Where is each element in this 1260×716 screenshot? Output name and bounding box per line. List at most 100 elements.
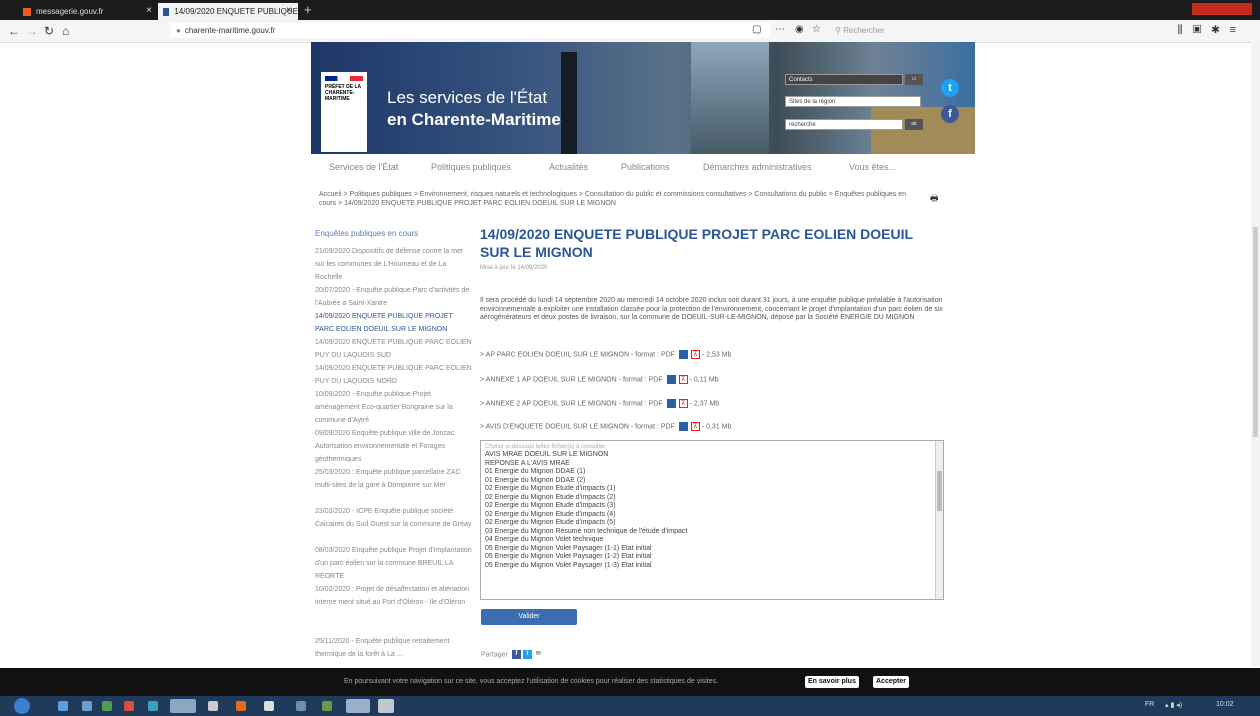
language-indicator[interactable]: FR	[1145, 701, 1154, 708]
prefet-logo[interactable]: PRÉFET DE LA CHARENTE-MARITIME	[321, 72, 367, 152]
header-search-button[interactable]: ok	[905, 119, 923, 130]
close-tab-icon[interactable]: ×	[146, 5, 152, 16]
document-link-label[interactable]: > AP PARC EOLIEN DOEUIL SUR LE MIGNON - …	[480, 351, 675, 358]
header-search-input[interactable]: recherche	[785, 119, 903, 130]
validate-button[interactable]: Valider	[481, 609, 577, 625]
clock[interactable]: 10:02	[1216, 701, 1234, 708]
pdf-icon[interactable]: ⊼	[690, 422, 700, 431]
pdf-icon[interactable]: ⊼	[678, 375, 688, 384]
browser-search-box[interactable]: ⚲ Rechercher	[835, 23, 985, 38]
reader-view-icon[interactable]: ▢	[752, 24, 761, 35]
page-scrollbar-thumb[interactable]	[1253, 227, 1258, 437]
contacts-select[interactable]: Contacts	[785, 74, 903, 85]
explorer-icon[interactable]	[82, 701, 92, 711]
list-item[interactable]: 04 Energie du Mignon Volet technique	[481, 536, 943, 545]
sidebar-item[interactable]: 10/02/2020 : Projet de désaffectation et…	[315, 584, 473, 610]
save-icon[interactable]	[666, 375, 676, 384]
nav-item-vous-etes[interactable]: Vous êtes...	[849, 162, 896, 172]
facebook-share-icon[interactable]: f	[511, 650, 521, 659]
document-link[interactable]: > ANNEXE 2 AP DOEUIL SUR LE MIGNON - for…	[480, 399, 719, 408]
sidebar-item[interactable]: 10/09/2020 - Enquête publique Projet amé…	[315, 389, 473, 428]
document-link[interactable]: > AVIS D'ENQUETE DOEUIL SUR LE MIGNON - …	[480, 422, 731, 431]
app-icon[interactable]	[264, 701, 274, 711]
list-item[interactable]: 02 Energie du Mignon Etude d'impacts (1)	[481, 485, 943, 494]
sidebar-item[interactable]: 21/09/2020 Dispositifs de défense contre…	[315, 246, 473, 285]
tray-icons[interactable]: ▴ ▮ ◂)	[1165, 701, 1182, 709]
app-icon[interactable]	[124, 701, 134, 711]
app-icon[interactable]	[296, 701, 306, 711]
pdf-icon[interactable]: ⊼	[690, 350, 700, 359]
document-link-label[interactable]: > ANNEXE 1 AP DOEUIL SUR LE MIGNON - for…	[480, 376, 663, 383]
pdf-icon[interactable]: ⊼	[678, 399, 688, 408]
sidebar-item[interactable]: 08/03/2020 Enquête publique Projet d'imp…	[315, 545, 473, 584]
list-item[interactable]: 02 Energie du Mignon Etude d'impacts (5)	[481, 519, 943, 528]
sidebar-item[interactable]: 25/03/2020 : Enquête publique parcellair…	[315, 467, 473, 493]
list-item[interactable]: 05 Energie du Mignon Volet Paysager (1-1…	[481, 545, 943, 554]
cookie-accept-button[interactable]: Accepter	[873, 676, 909, 688]
browser-tab[interactable]: messagerie.gouv.fr ×	[18, 3, 158, 20]
list-item[interactable]: REPONSE A L'AVIS MRAE	[481, 460, 943, 469]
reload-icon[interactable]: ↻	[44, 24, 54, 38]
save-icon[interactable]	[666, 399, 676, 408]
twitter-icon[interactable]: t	[941, 79, 959, 97]
print-icon[interactable]: 🖶	[930, 191, 939, 207]
forward-icon[interactable]: →	[26, 24, 38, 38]
ie-icon[interactable]	[58, 701, 68, 711]
app-thumbnail[interactable]	[346, 699, 370, 713]
sidebar-item-current[interactable]: 14/09/2020 ENQUETE PUBLIQUE PROJET PARC …	[315, 311, 473, 337]
nav-item-politiques[interactable]: Politiques publiques	[431, 162, 511, 172]
twitter-share-icon[interactable]: t	[522, 650, 532, 659]
sidebar-item[interactable]: 14/09/2020 ENQUETE PUBLIQUE PARC EOLIEN …	[315, 337, 473, 363]
list-item[interactable]: 01 Energie du Mignon DDAE (1)	[481, 468, 943, 477]
app-icon[interactable]	[148, 701, 158, 711]
document-link[interactable]: > AP PARC EOLIEN DOEUIL SUR LE MIGNON - …	[480, 350, 731, 359]
breadcrumb[interactable]: Accueil > Politiques publiques > Environ…	[319, 190, 909, 208]
cookie-more-button[interactable]: En savoir plus	[805, 676, 859, 688]
list-item[interactable]: 01 Energie du Mignon DDAE (2)	[481, 477, 943, 486]
url-bar[interactable]: ● charente-maritime.gouv.fr	[170, 23, 770, 38]
bookmark-star-icon[interactable]: ☆	[812, 24, 821, 35]
app-icon[interactable]	[102, 701, 112, 711]
windows-start-icon[interactable]	[14, 698, 30, 714]
window-controls[interactable]	[1192, 3, 1252, 15]
list-item[interactable]: AVIS MRAE DOEUIL SUR LE MIGNON	[481, 451, 943, 460]
list-item[interactable]: 02 Energie du Mignon Etude d'impacts (2)	[481, 494, 943, 503]
nav-item-publications[interactable]: Publications	[621, 162, 670, 172]
sidebar-item[interactable]: 20/07/2020 - Enquête publique Parc d'act…	[315, 285, 473, 311]
browser-toolbar-icons[interactable]: ⫼▣✱≡	[1178, 24, 1246, 37]
list-item[interactable]: 05 Energie du Mignon Volet Paysager (1-2…	[481, 553, 943, 562]
sidebar-title[interactable]: Enquêtes publiques en cours	[315, 229, 418, 238]
browser-tab-active[interactable]: 14/09/2020 ENQUETE PUBLIQUE ×	[158, 3, 298, 20]
app-icon[interactable]	[322, 701, 332, 711]
sidebar-item[interactable]: 14/09/2020 ENQUETE PUBLIQUE PARC EOLIEN …	[315, 363, 473, 389]
home-icon[interactable]: ⌂	[62, 24, 69, 38]
email-share-icon[interactable]: ✉	[534, 650, 543, 659]
list-item[interactable]: 02 Energie du Mignon Etude d'impacts (3)	[481, 502, 943, 511]
sidebar-item[interactable]: 09/09/2020 Enquête publique ville de Jon…	[315, 428, 473, 467]
list-item[interactable]: 03 Energie du Mignon Résumé non techniqu…	[481, 528, 943, 537]
contacts-go-button[interactable]: ▭	[905, 74, 923, 85]
nav-item-services[interactable]: Services de l'État	[329, 162, 398, 172]
page-actions-icon[interactable]: ⋯	[775, 24, 785, 35]
sidebar-item[interactable]: 23/03/2020 - ICPE Enquête publique socié…	[315, 506, 473, 532]
nav-item-demarches[interactable]: Démarches administratives	[703, 162, 812, 172]
save-icon[interactable]	[678, 350, 688, 359]
facebook-icon[interactable]: f	[941, 105, 959, 123]
pocket-icon[interactable]: ◉	[795, 24, 804, 35]
sidebar-item[interactable]: 25/11/2020 - Enquête publique retraiteme…	[315, 636, 473, 666]
list-scrollbar[interactable]	[935, 441, 943, 599]
list-item[interactable]: 02 Energie du Mignon Etude d'impacts (4)	[481, 511, 943, 520]
document-link-label[interactable]: > ANNEXE 2 AP DOEUIL SUR LE MIGNON - for…	[480, 400, 663, 407]
active-window-thumbnail[interactable]	[170, 699, 196, 713]
firefox-icon[interactable]	[236, 701, 246, 711]
sites-region-select[interactable]: Sites de la région	[785, 96, 921, 107]
back-icon[interactable]: ←	[8, 24, 20, 38]
app-icon[interactable]	[208, 701, 218, 711]
close-tab-icon[interactable]: ×	[286, 5, 292, 16]
document-link-label[interactable]: > AVIS D'ENQUETE DOEUIL SUR LE MIGNON - …	[480, 423, 675, 430]
list-item[interactable]: 05 Energie du Mignon Volet Paysager (1-3…	[481, 562, 943, 571]
document-link[interactable]: > ANNEXE 1 AP DOEUIL SUR LE MIGNON - for…	[480, 375, 719, 384]
app-thumbnail[interactable]	[378, 699, 394, 713]
page-scrollbar[interactable]	[1251, 42, 1260, 666]
file-select-list[interactable]: Choisir ci-dessous le/les fichier(s) à c…	[480, 440, 944, 600]
